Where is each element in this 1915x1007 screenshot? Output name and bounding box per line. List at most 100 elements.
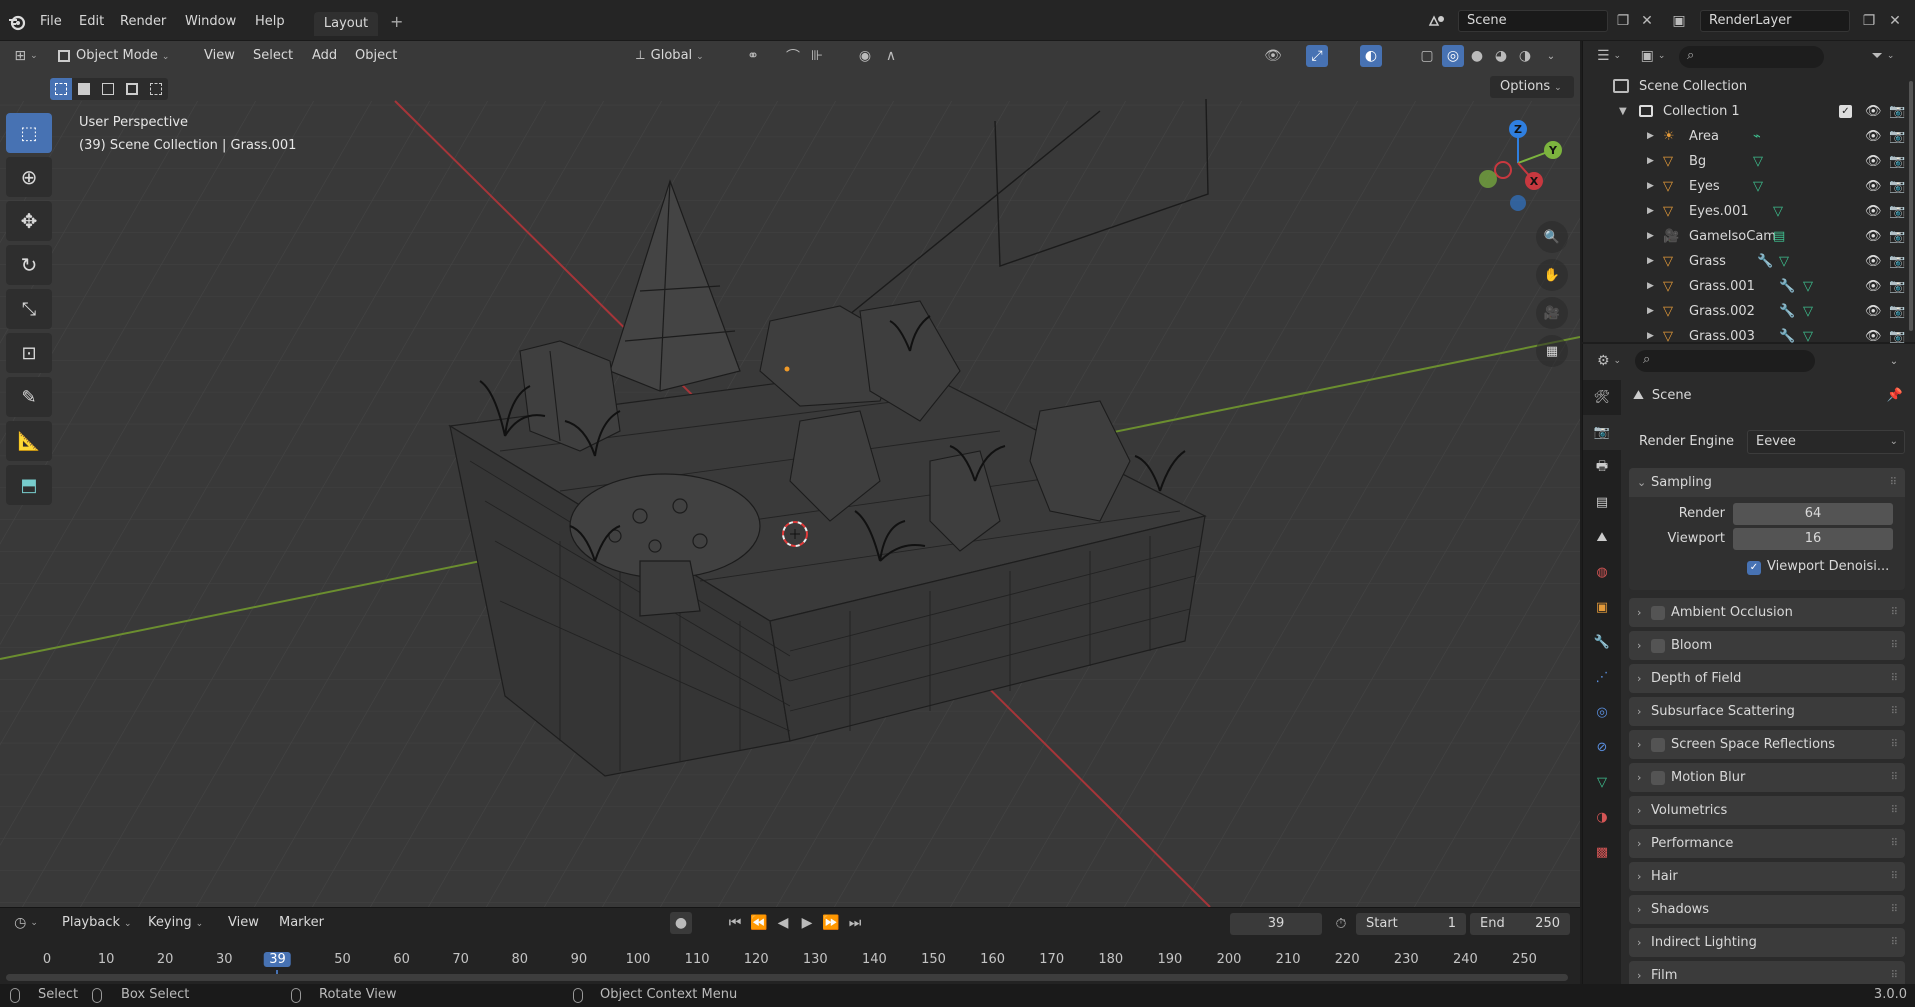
tab-world[interactable]: ◍: [1583, 555, 1621, 590]
eye-icon[interactable]: 👁: [1865, 249, 1882, 274]
menu-add[interactable]: Add: [312, 45, 337, 67]
render-camera-icon[interactable]: 📷: [1889, 274, 1905, 299]
render-camera-icon[interactable]: 📷: [1889, 99, 1905, 124]
outliner-row-collection-1[interactable]: ▼ Collection 1 ✓ 👁 📷: [1583, 99, 1915, 124]
panel-volumetrics[interactable]: › Volumetrics ⠿: [1629, 796, 1905, 825]
panel-enable-checkbox[interactable]: [1651, 770, 1665, 785]
panel-hair[interactable]: › Hair ⠿: [1629, 862, 1905, 891]
drag-handle-icon[interactable]: ⠿: [1891, 763, 1898, 792]
drag-handle-icon[interactable]: ⠿: [1891, 664, 1898, 693]
render-camera-icon[interactable]: 📷: [1889, 174, 1905, 199]
expand-right-icon[interactable]: ▶: [1647, 224, 1654, 249]
drag-handle-icon[interactable]: ⠿: [1891, 928, 1898, 957]
panel-depth-of-field[interactable]: › Depth of Field ⠿: [1629, 664, 1905, 693]
select-invert-icon[interactable]: [120, 78, 144, 100]
scene-icon[interactable]: [1426, 10, 1448, 32]
drag-handle-icon[interactable]: ⠿: [1890, 468, 1897, 497]
view-layer-icon[interactable]: ▣: [1668, 10, 1690, 32]
menu-render[interactable]: Render: [120, 12, 166, 32]
display-mode-icon[interactable]: ▣ ⌄: [1635, 45, 1671, 67]
mesh-data-icon[interactable]: ⌁: [1753, 124, 1761, 149]
3d-viewport[interactable]: ⊞ ⌄ Object Mode ⌄ View Select Add Object ⟂…: [0, 41, 1580, 907]
tab-object[interactable]: ▣: [1583, 590, 1621, 625]
menu-edit[interactable]: Edit: [79, 12, 104, 32]
render-camera-icon[interactable]: 📷: [1889, 224, 1905, 249]
eye-icon[interactable]: 👁: [1865, 299, 1882, 324]
wireframe-shading-icon[interactable]: ◎: [1442, 45, 1464, 67]
panel-enable-checkbox[interactable]: [1651, 638, 1665, 653]
rendered-shading-icon[interactable]: ◑: [1514, 45, 1536, 67]
mode-selector[interactable]: Object Mode ⌄: [58, 45, 188, 67]
options-dropdown[interactable]: Options ⌄: [1490, 76, 1574, 98]
panel-bloom[interactable]: › Bloom ⠿: [1629, 631, 1905, 660]
render-camera-icon[interactable]: 📷: [1889, 124, 1905, 149]
camera-view-button[interactable]: 🎥: [1536, 297, 1568, 329]
viewport-denoising-checkbox[interactable]: ✓: [1747, 561, 1761, 575]
render-camera-icon[interactable]: 📷: [1889, 149, 1905, 174]
outliner-row-area[interactable]: ▶ ☀ Area ⌁ 👁 📷: [1583, 124, 1915, 149]
panel-subsurface-scattering[interactable]: › Subsurface Scattering ⠿: [1629, 697, 1905, 726]
measure-tool[interactable]: 📐: [6, 421, 52, 461]
eye-icon[interactable]: 👁: [1865, 149, 1882, 174]
drag-handle-icon[interactable]: ⠿: [1891, 598, 1898, 627]
mesh-data-icon[interactable]: ▽: [1803, 274, 1813, 299]
tab-layout[interactable]: Layout: [314, 12, 378, 36]
tab-physics[interactable]: ◎: [1583, 695, 1621, 730]
select-intersect-icon[interactable]: [144, 78, 168, 100]
outliner-row-gameisocam[interactable]: ▶ 🎥 GameIsoCam ▤ 👁 📷: [1583, 224, 1915, 249]
modifier-wrench-icon[interactable]: 🔧: [1779, 299, 1795, 324]
panel-ambient-occlusion[interactable]: › Ambient Occlusion ⠿: [1629, 598, 1905, 627]
render-camera-icon[interactable]: 📷: [1889, 299, 1905, 324]
rotate-tool[interactable]: ↻: [6, 245, 52, 285]
blender-logo-icon[interactable]: [8, 13, 26, 31]
mesh-data-icon[interactable]: ▽: [1803, 299, 1813, 324]
snap-icon[interactable]: ⌒: [782, 45, 804, 67]
mesh-data-icon[interactable]: ▽: [1753, 149, 1763, 174]
expand-right-icon[interactable]: ▶: [1647, 274, 1654, 299]
eye-icon[interactable]: 👁: [1865, 99, 1882, 124]
menu-help[interactable]: Help: [255, 12, 285, 32]
cursor-tool[interactable]: ⊕: [6, 157, 52, 197]
select-box-tool[interactable]: ⬚: [6, 113, 52, 153]
outliner-row-eyes-001[interactable]: ▶ ▽ Eyes.001 ▽ 👁 📷: [1583, 199, 1915, 224]
scale-tool[interactable]: ⤡: [6, 289, 52, 329]
camera-data-icon[interactable]: ▤: [1773, 224, 1785, 249]
expand-right-icon[interactable]: ▶: [1647, 199, 1654, 224]
properties-editor-icon[interactable]: ⚙ ⌄: [1591, 350, 1627, 372]
outliner-row-eyes[interactable]: ▶ ▽ Eyes ▽ 👁 📷: [1583, 174, 1915, 199]
mesh-data-icon[interactable]: ▽: [1779, 249, 1789, 274]
panel-performance[interactable]: › Performance ⠿: [1629, 829, 1905, 858]
render-engine-dropdown[interactable]: Eevee ⌄: [1747, 430, 1905, 454]
render-samples-field[interactable]: 64: [1733, 503, 1893, 525]
eye-icon[interactable]: 👁: [1865, 224, 1882, 249]
menu-window[interactable]: Window: [185, 12, 236, 32]
mesh-data-icon[interactable]: ▽: [1753, 174, 1763, 199]
eye-icon[interactable]: 👁: [1865, 124, 1882, 149]
navigation-gizmo[interactable]: Z Y X: [1468, 115, 1568, 215]
panel-screen-space-reflections[interactable]: › Screen Space Reflections ⠿: [1629, 730, 1905, 759]
tab-texture[interactable]: ▩: [1583, 835, 1621, 870]
tab-modifiers[interactable]: 🔧: [1583, 625, 1621, 660]
drag-handle-icon[interactable]: ⠿: [1891, 796, 1898, 825]
outliner-row-grass[interactable]: ▶ ▽ Grass 🔧 ▽ 👁 📷: [1583, 249, 1915, 274]
panel-enable-checkbox[interactable]: [1651, 605, 1665, 620]
sampling-header[interactable]: ⌄ Sampling ⠿: [1629, 468, 1905, 497]
scene-selector[interactable]: Scene: [1458, 10, 1608, 32]
drag-handle-icon[interactable]: ⠿: [1891, 829, 1898, 858]
panel-indirect-lighting[interactable]: › Indirect Lighting ⠿: [1629, 928, 1905, 957]
tab-data[interactable]: ▽: [1583, 765, 1621, 800]
drag-handle-icon[interactable]: ⠿: [1891, 961, 1898, 984]
tab-constraints[interactable]: ⊘: [1583, 730, 1621, 765]
menu-view[interactable]: View: [204, 45, 235, 67]
transform-orientation-selector[interactable]: ⟂ Global ⌄: [636, 45, 730, 67]
drag-handle-icon[interactable]: ⠿: [1891, 697, 1898, 726]
tab-view-layer[interactable]: ▤: [1583, 485, 1621, 520]
expand-down-icon[interactable]: ▼: [1619, 99, 1627, 124]
select-subtract-icon[interactable]: [96, 78, 120, 100]
properties-options-icon[interactable]: ⌄: [1883, 350, 1905, 372]
panel-shadows[interactable]: › Shadows ⠿: [1629, 895, 1905, 924]
outliner-editor-icon[interactable]: ☰ ⌄: [1591, 45, 1627, 67]
drag-handle-icon[interactable]: ⠿: [1891, 730, 1898, 759]
shading-options-icon[interactable]: ⌄: [1540, 45, 1562, 67]
mesh-data-icon[interactable]: ▽: [1773, 199, 1783, 224]
